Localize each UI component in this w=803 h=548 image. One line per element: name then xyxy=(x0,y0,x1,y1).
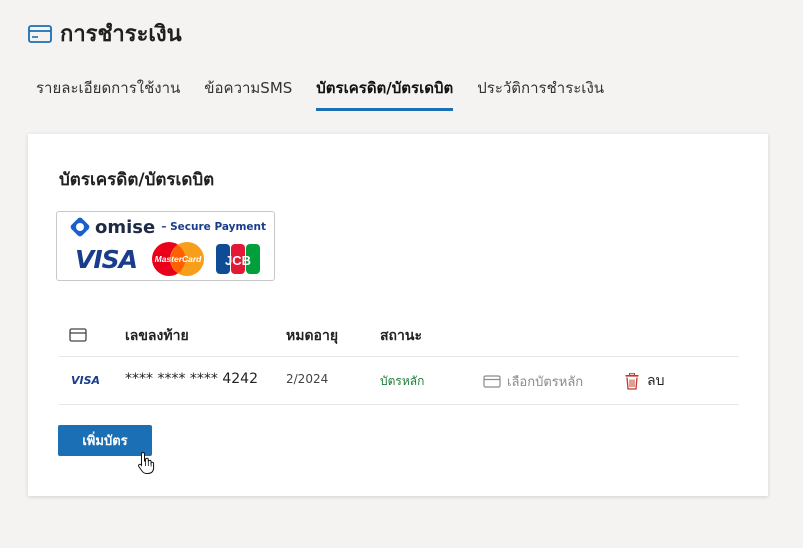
omise-secure-payment-logo: omise – Secure Payment VISA MasterCard J… xyxy=(56,211,275,281)
table-row: VISA **** **** **** 4242 2/2024 บัตรหลัก… xyxy=(59,357,739,405)
card-number: **** **** **** 4242 xyxy=(125,371,258,387)
tab-bar: รายละเอียดการใช้งาน ข้อความSMS บัตรเครดิ… xyxy=(36,76,628,111)
status-badge: บัตรหลัก xyxy=(380,374,425,388)
mastercard-logo: MasterCard xyxy=(152,242,204,276)
visa-logo: VISA xyxy=(75,245,138,274)
credit-card-icon xyxy=(69,328,87,342)
card-expiry: 2/2024 xyxy=(286,372,329,386)
set-primary-label: เลือกบัตรหลัก xyxy=(507,375,584,390)
tab-credit-debit-cards[interactable]: บัตรเครดิต/บัตรเดบิต xyxy=(316,76,454,111)
omise-brand-text: omise xyxy=(95,216,156,238)
header-status: สถานะ xyxy=(380,328,422,344)
jcb-logo: JCB xyxy=(216,244,260,274)
header-last-digits: เลขลงท้าย xyxy=(125,328,189,344)
jcb-logo-text: JCB xyxy=(225,253,251,268)
omise-diamond-icon xyxy=(70,217,90,237)
cards-panel: บัตรเครดิต/บัตรเดบิต omise – Secure Paym… xyxy=(28,134,768,496)
tab-sms[interactable]: ข้อความSMS xyxy=(204,76,292,111)
page-header: การชำระเงิน xyxy=(28,16,182,51)
table-header: เลขลงท้าย หมดอายุ สถานะ xyxy=(59,316,739,357)
delete-label: ลบ xyxy=(647,373,665,389)
tab-payment-history[interactable]: ประวัติการชำระเงิน xyxy=(477,76,604,111)
credit-card-icon xyxy=(28,24,52,43)
tab-usage-details[interactable]: รายละเอียดการใช้งาน xyxy=(36,76,180,111)
page-title: การชำระเงิน xyxy=(60,22,182,47)
secure-payment-text: – Secure Payment xyxy=(161,221,267,233)
trash-icon xyxy=(625,372,639,390)
section-title: บัตรเครดิต/บัตรเดบิต xyxy=(59,170,215,190)
credit-card-icon xyxy=(483,375,501,388)
visa-card-brand: VISA xyxy=(71,374,101,387)
delete-card-button[interactable]: ลบ xyxy=(625,370,664,392)
header-expiry: หมดอายุ xyxy=(286,328,339,344)
mastercard-logo-text: MasterCard xyxy=(155,254,203,264)
set-primary-card-button[interactable]: เลือกบัตรหลัก xyxy=(483,371,583,392)
hand-pointer-cursor-icon xyxy=(138,451,155,474)
cards-table: เลขลงท้าย หมดอายุ สถานะ VISA **** **** *… xyxy=(59,316,739,405)
